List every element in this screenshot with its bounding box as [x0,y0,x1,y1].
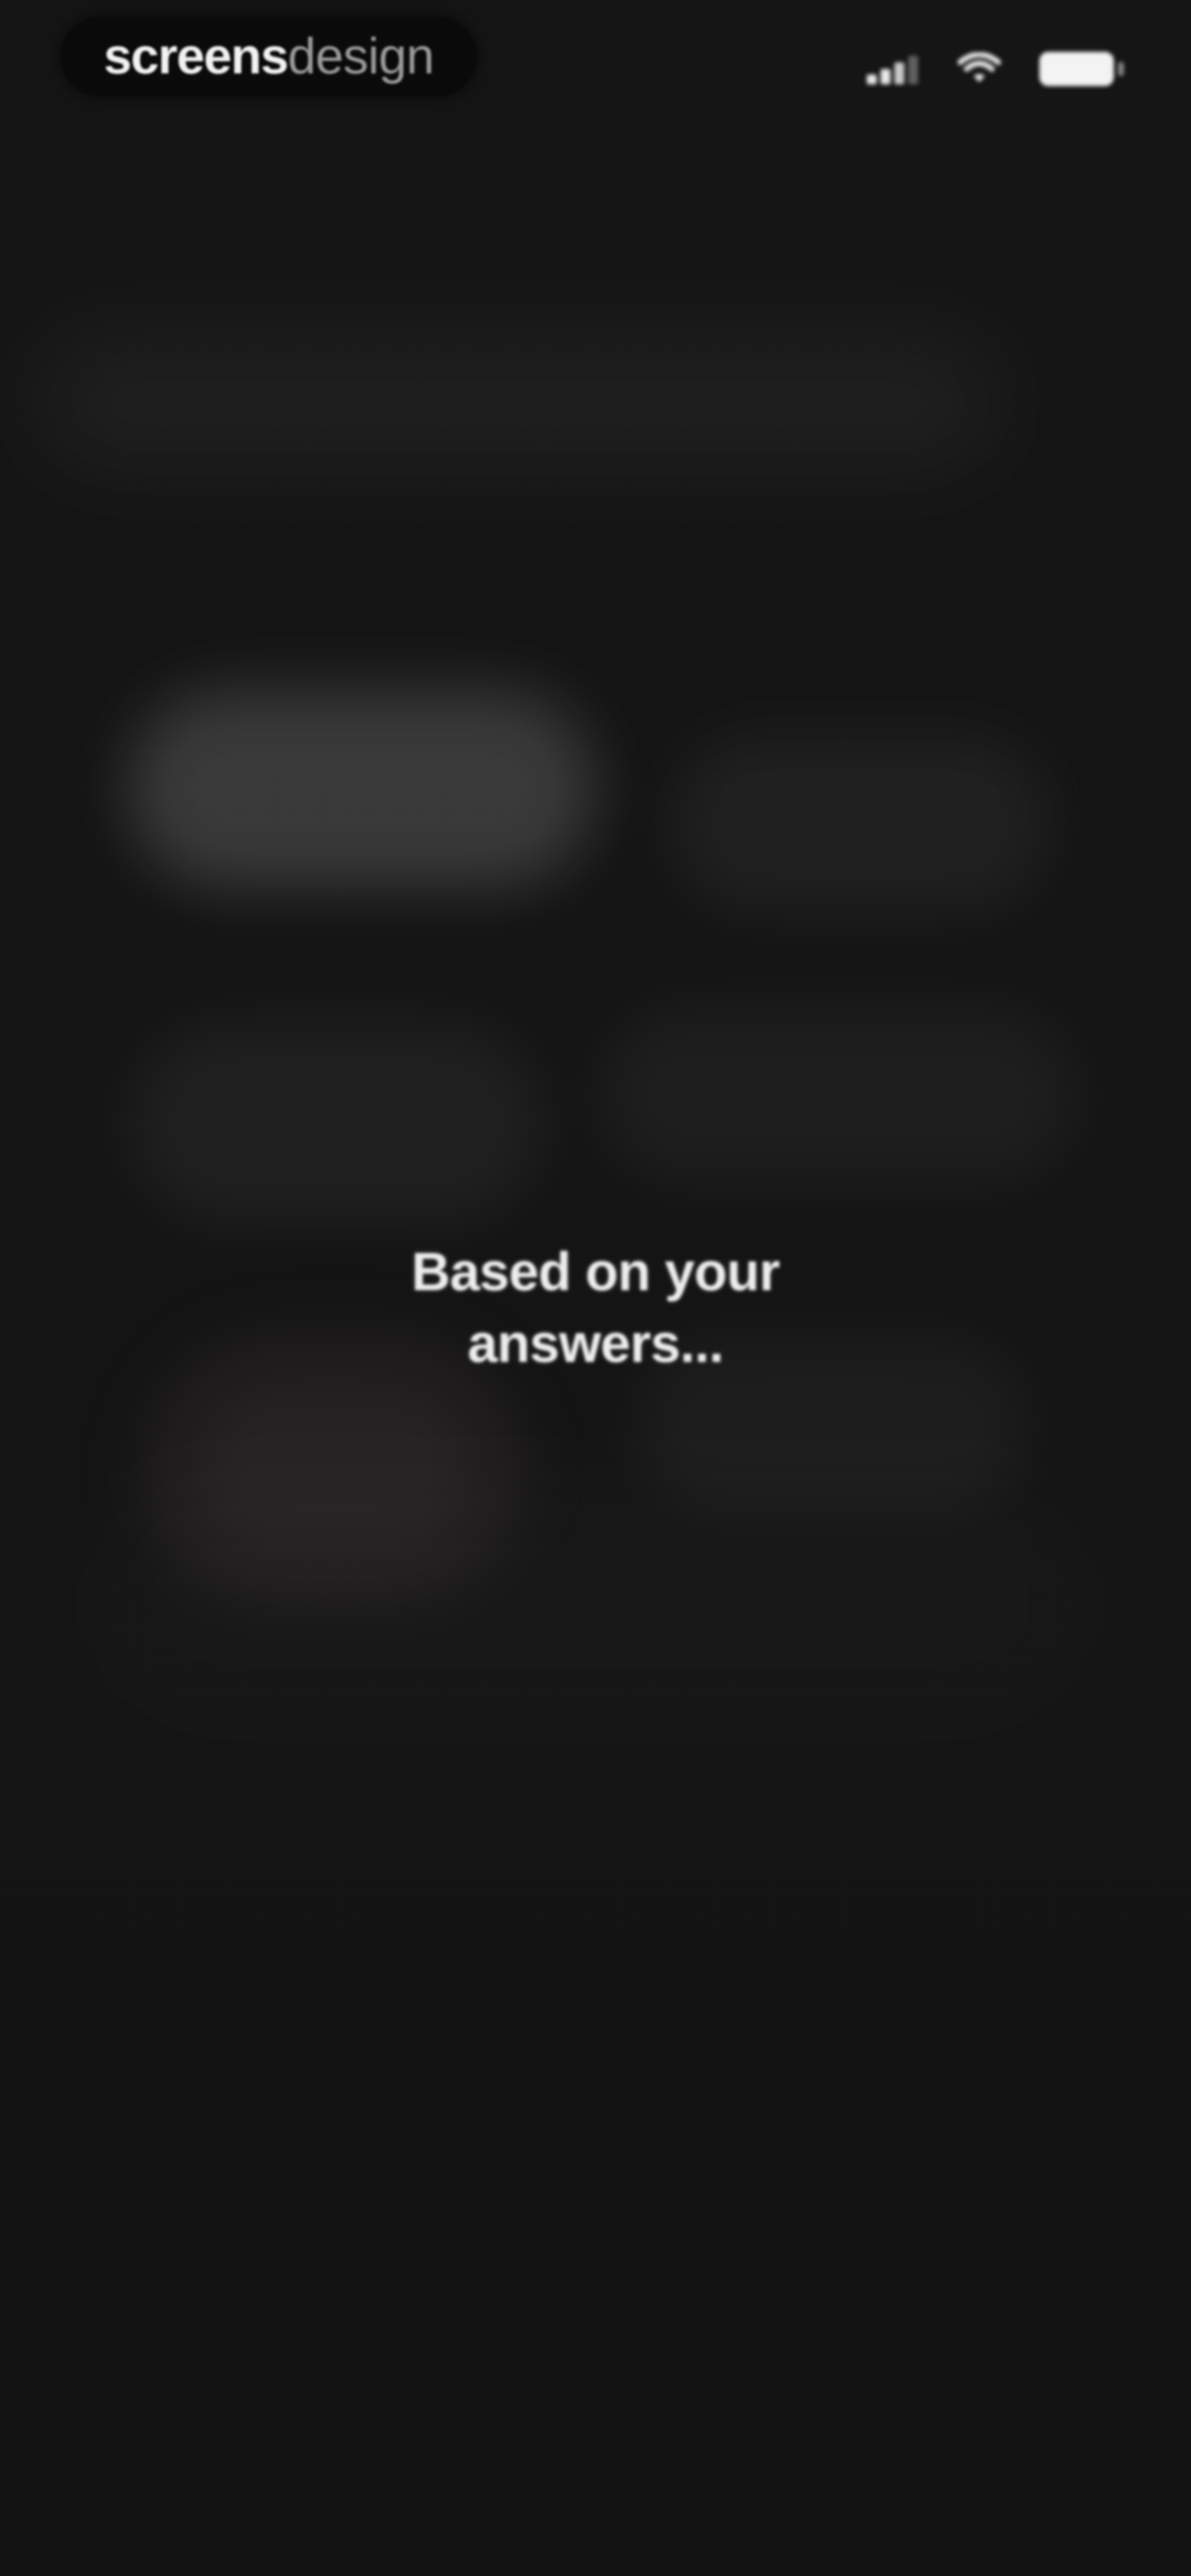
blurred-option-card [127,1020,546,1225]
message-line-2: answers... [468,1313,724,1373]
battery-icon [1039,52,1124,86]
wifi-icon [958,52,1001,82]
blurred-option-card [667,734,1053,916]
blurred-option-card [596,1004,1081,1186]
blurred-bottom-placeholder [66,1467,1114,1743]
brand-part-2: design [287,28,434,84]
analysis-message: Based on your answers... [0,1236,1191,1379]
status-bar [867,50,1124,88]
loading-screen: screens design Based on your answers... [0,0,1191,2576]
message-line-1: Based on your [411,1241,780,1302]
blurred-header-placeholder [33,331,1004,474]
brand-watermark: screens design [61,17,477,97]
brand-part-1: screens [104,28,289,84]
signal-icon [867,54,919,84]
blurred-option-card [127,690,596,888]
